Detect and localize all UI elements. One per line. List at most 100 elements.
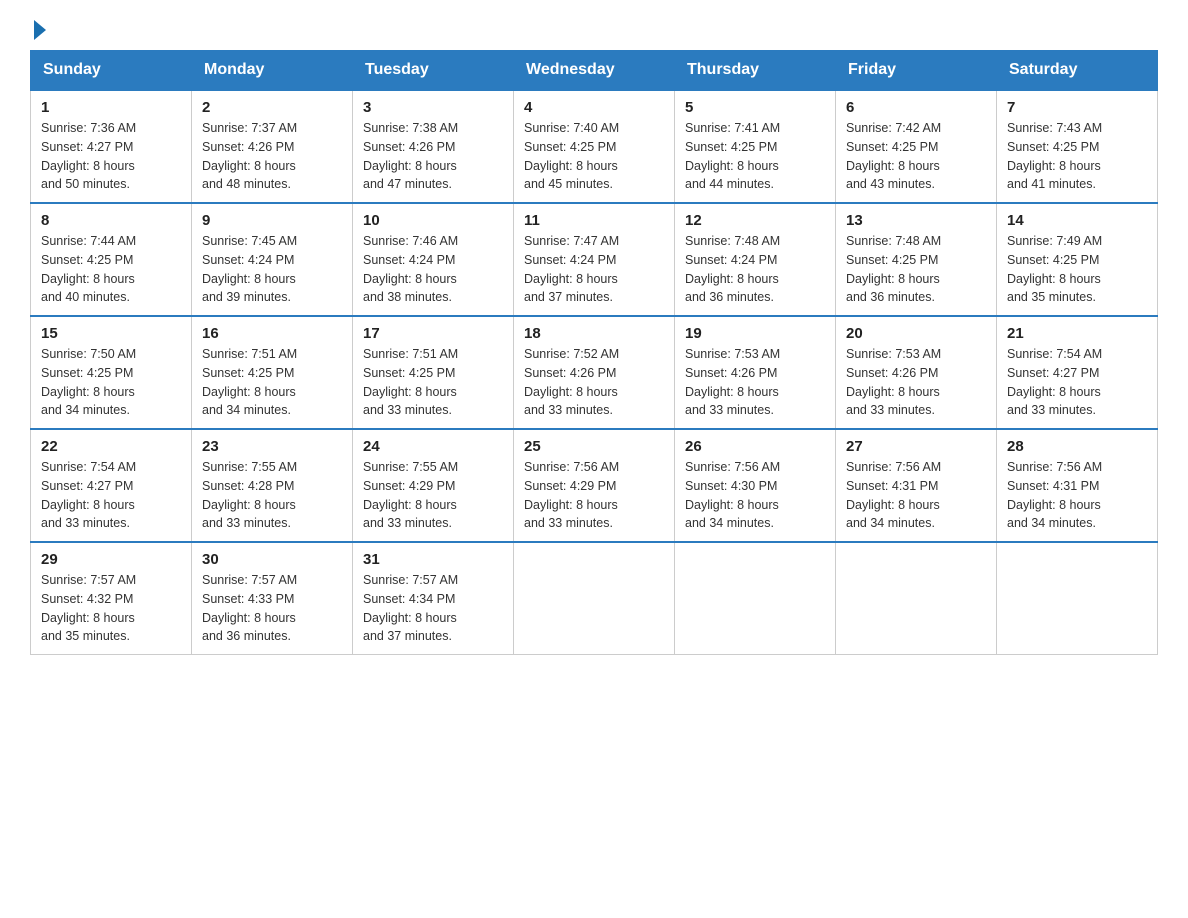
day-info: Sunrise: 7:57 AMSunset: 4:33 PMDaylight:… bbox=[202, 571, 342, 646]
weekday-header-sunday: Sunday bbox=[31, 51, 192, 91]
day-number: 18 bbox=[524, 325, 664, 342]
calendar-cell: 14 Sunrise: 7:49 AMSunset: 4:25 PMDayligh… bbox=[997, 203, 1158, 316]
day-info: Sunrise: 7:49 AMSunset: 4:25 PMDaylight:… bbox=[1007, 232, 1147, 307]
day-info: Sunrise: 7:38 AMSunset: 4:26 PMDaylight:… bbox=[363, 119, 503, 194]
day-info: Sunrise: 7:55 AMSunset: 4:29 PMDaylight:… bbox=[363, 458, 503, 533]
day-number: 22 bbox=[41, 438, 181, 455]
day-info: Sunrise: 7:53 AMSunset: 4:26 PMDaylight:… bbox=[685, 345, 825, 420]
calendar-cell: 29 Sunrise: 7:57 AMSunset: 4:32 PMDayligh… bbox=[31, 542, 192, 655]
day-info: Sunrise: 7:50 AMSunset: 4:25 PMDaylight:… bbox=[41, 345, 181, 420]
calendar-cell: 3 Sunrise: 7:38 AMSunset: 4:26 PMDaylight… bbox=[353, 90, 514, 203]
day-number: 27 bbox=[846, 438, 986, 455]
logo bbox=[30, 20, 46, 40]
day-info: Sunrise: 7:52 AMSunset: 4:26 PMDaylight:… bbox=[524, 345, 664, 420]
day-info: Sunrise: 7:47 AMSunset: 4:24 PMDaylight:… bbox=[524, 232, 664, 307]
calendar-cell: 11 Sunrise: 7:47 AMSunset: 4:24 PMDayligh… bbox=[514, 203, 675, 316]
day-info: Sunrise: 7:56 AMSunset: 4:31 PMDaylight:… bbox=[1007, 458, 1147, 533]
day-number: 25 bbox=[524, 438, 664, 455]
weekday-header-wednesday: Wednesday bbox=[514, 51, 675, 91]
calendar-cell bbox=[675, 542, 836, 655]
day-number: 23 bbox=[202, 438, 342, 455]
calendar-cell: 2Sunrise: 7:37 AMSunset: 4:26 PMDaylight… bbox=[192, 90, 353, 203]
calendar-cell: 26 Sunrise: 7:56 AMSunset: 4:30 PMDayligh… bbox=[675, 429, 836, 542]
day-info: Sunrise: 7:48 AMSunset: 4:25 PMDaylight:… bbox=[846, 232, 986, 307]
logo-blue-section bbox=[30, 20, 46, 40]
day-info: Sunrise: 7:57 AMSunset: 4:34 PMDaylight:… bbox=[363, 571, 503, 646]
calendar-cell: 15 Sunrise: 7:50 AMSunset: 4:25 PMDayligh… bbox=[31, 316, 192, 429]
day-number: 29 bbox=[41, 551, 181, 568]
day-info: Sunrise: 7:42 AMSunset: 4:25 PMDaylight:… bbox=[846, 119, 986, 194]
calendar-cell: 30 Sunrise: 7:57 AMSunset: 4:33 PMDayligh… bbox=[192, 542, 353, 655]
calendar-cell: 5Sunrise: 7:41 AMSunset: 4:25 PMDaylight… bbox=[675, 90, 836, 203]
day-info: Sunrise: 7:43 AMSunset: 4:25 PMDaylight:… bbox=[1007, 119, 1147, 194]
day-info: Sunrise: 7:36 AMSunset: 4:27 PMDaylight:… bbox=[41, 119, 181, 194]
calendar-table: SundayMondayTuesdayWednesdayThursdayFrid… bbox=[30, 50, 1158, 655]
day-number: 20 bbox=[846, 325, 986, 342]
day-number: 10 bbox=[363, 212, 503, 229]
day-info: Sunrise: 7:45 AMSunset: 4:24 PMDaylight:… bbox=[202, 232, 342, 307]
day-info: Sunrise: 7:54 AMSunset: 4:27 PMDaylight:… bbox=[41, 458, 181, 533]
weekday-header-thursday: Thursday bbox=[675, 51, 836, 91]
day-number: 9 bbox=[202, 212, 342, 229]
day-info: Sunrise: 7:44 AMSunset: 4:25 PMDaylight:… bbox=[41, 232, 181, 307]
calendar-cell: 18 Sunrise: 7:52 AMSunset: 4:26 PMDayligh… bbox=[514, 316, 675, 429]
day-number: 17 bbox=[363, 325, 503, 342]
calendar-cell: 10 Sunrise: 7:46 AMSunset: 4:24 PMDayligh… bbox=[353, 203, 514, 316]
weekday-header-saturday: Saturday bbox=[997, 51, 1158, 91]
day-info: Sunrise: 7:57 AMSunset: 4:32 PMDaylight:… bbox=[41, 571, 181, 646]
day-number: 7 bbox=[1007, 99, 1147, 116]
calendar-cell: 4 Sunrise: 7:40 AMSunset: 4:25 PMDaylight… bbox=[514, 90, 675, 203]
day-info: Sunrise: 7:55 AMSunset: 4:28 PMDaylight:… bbox=[202, 458, 342, 533]
calendar-cell: 20 Sunrise: 7:53 AMSunset: 4:26 PMDayligh… bbox=[836, 316, 997, 429]
day-info: Sunrise: 7:48 AMSunset: 4:24 PMDaylight:… bbox=[685, 232, 825, 307]
calendar-cell: 9 Sunrise: 7:45 AMSunset: 4:24 PMDaylight… bbox=[192, 203, 353, 316]
day-number: 11 bbox=[524, 212, 664, 229]
day-info: Sunrise: 7:53 AMSunset: 4:26 PMDaylight:… bbox=[846, 345, 986, 420]
calendar-cell: 12 Sunrise: 7:48 AMSunset: 4:24 PMDayligh… bbox=[675, 203, 836, 316]
calendar-cell: 24Sunrise: 7:55 AMSunset: 4:29 PMDayligh… bbox=[353, 429, 514, 542]
weekday-header-friday: Friday bbox=[836, 51, 997, 91]
day-number: 30 bbox=[202, 551, 342, 568]
day-number: 14 bbox=[1007, 212, 1147, 229]
logo-arrow-icon bbox=[34, 20, 46, 40]
weekday-header-tuesday: Tuesday bbox=[353, 51, 514, 91]
calendar-cell: 23 Sunrise: 7:55 AMSunset: 4:28 PMDayligh… bbox=[192, 429, 353, 542]
day-info: Sunrise: 7:54 AMSunset: 4:27 PMDaylight:… bbox=[1007, 345, 1147, 420]
calendar-cell: 21 Sunrise: 7:54 AMSunset: 4:27 PMDayligh… bbox=[997, 316, 1158, 429]
calendar-cell: 31Sunrise: 7:57 AMSunset: 4:34 PMDayligh… bbox=[353, 542, 514, 655]
day-number: 6 bbox=[846, 99, 986, 116]
day-number: 19 bbox=[685, 325, 825, 342]
day-number: 15 bbox=[41, 325, 181, 342]
calendar-cell: 8 Sunrise: 7:44 AMSunset: 4:25 PMDaylight… bbox=[31, 203, 192, 316]
day-info: Sunrise: 7:56 AMSunset: 4:29 PMDaylight:… bbox=[524, 458, 664, 533]
day-info: Sunrise: 7:40 AMSunset: 4:25 PMDaylight:… bbox=[524, 119, 664, 194]
day-number: 4 bbox=[524, 99, 664, 116]
calendar-cell bbox=[836, 542, 997, 655]
calendar-cell: 17 Sunrise: 7:51 AMSunset: 4:25 PMDayligh… bbox=[353, 316, 514, 429]
calendar-cell: 1 Sunrise: 7:36 AMSunset: 4:27 PMDaylight… bbox=[31, 90, 192, 203]
day-number: 16 bbox=[202, 325, 342, 342]
calendar-cell: 6 Sunrise: 7:42 AMSunset: 4:25 PMDaylight… bbox=[836, 90, 997, 203]
calendar-cell: 16 Sunrise: 7:51 AMSunset: 4:25 PMDayligh… bbox=[192, 316, 353, 429]
calendar-cell: 7 Sunrise: 7:43 AMSunset: 4:25 PMDaylight… bbox=[997, 90, 1158, 203]
calendar-cell: 22 Sunrise: 7:54 AMSunset: 4:27 PMDayligh… bbox=[31, 429, 192, 542]
day-number: 28 bbox=[1007, 438, 1147, 455]
day-info: Sunrise: 7:56 AMSunset: 4:30 PMDaylight:… bbox=[685, 458, 825, 533]
day-info: Sunrise: 7:46 AMSunset: 4:24 PMDaylight:… bbox=[363, 232, 503, 307]
day-number: 12 bbox=[685, 212, 825, 229]
day-number: 3 bbox=[363, 99, 503, 116]
calendar-cell: 13Sunrise: 7:48 AMSunset: 4:25 PMDayligh… bbox=[836, 203, 997, 316]
day-number: 2 bbox=[202, 99, 342, 116]
day-number: 1 bbox=[41, 99, 181, 116]
calendar-cell: 28 Sunrise: 7:56 AMSunset: 4:31 PMDayligh… bbox=[997, 429, 1158, 542]
weekday-header-monday: Monday bbox=[192, 51, 353, 91]
day-number: 21 bbox=[1007, 325, 1147, 342]
day-info: Sunrise: 7:51 AMSunset: 4:25 PMDaylight:… bbox=[202, 345, 342, 420]
day-number: 26 bbox=[685, 438, 825, 455]
day-info: Sunrise: 7:51 AMSunset: 4:25 PMDaylight:… bbox=[363, 345, 503, 420]
calendar-cell: 25 Sunrise: 7:56 AMSunset: 4:29 PMDayligh… bbox=[514, 429, 675, 542]
page-header bbox=[30, 20, 1158, 40]
calendar-cell: 27 Sunrise: 7:56 AMSunset: 4:31 PMDayligh… bbox=[836, 429, 997, 542]
day-number: 8 bbox=[41, 212, 181, 229]
day-info: Sunrise: 7:56 AMSunset: 4:31 PMDaylight:… bbox=[846, 458, 986, 533]
